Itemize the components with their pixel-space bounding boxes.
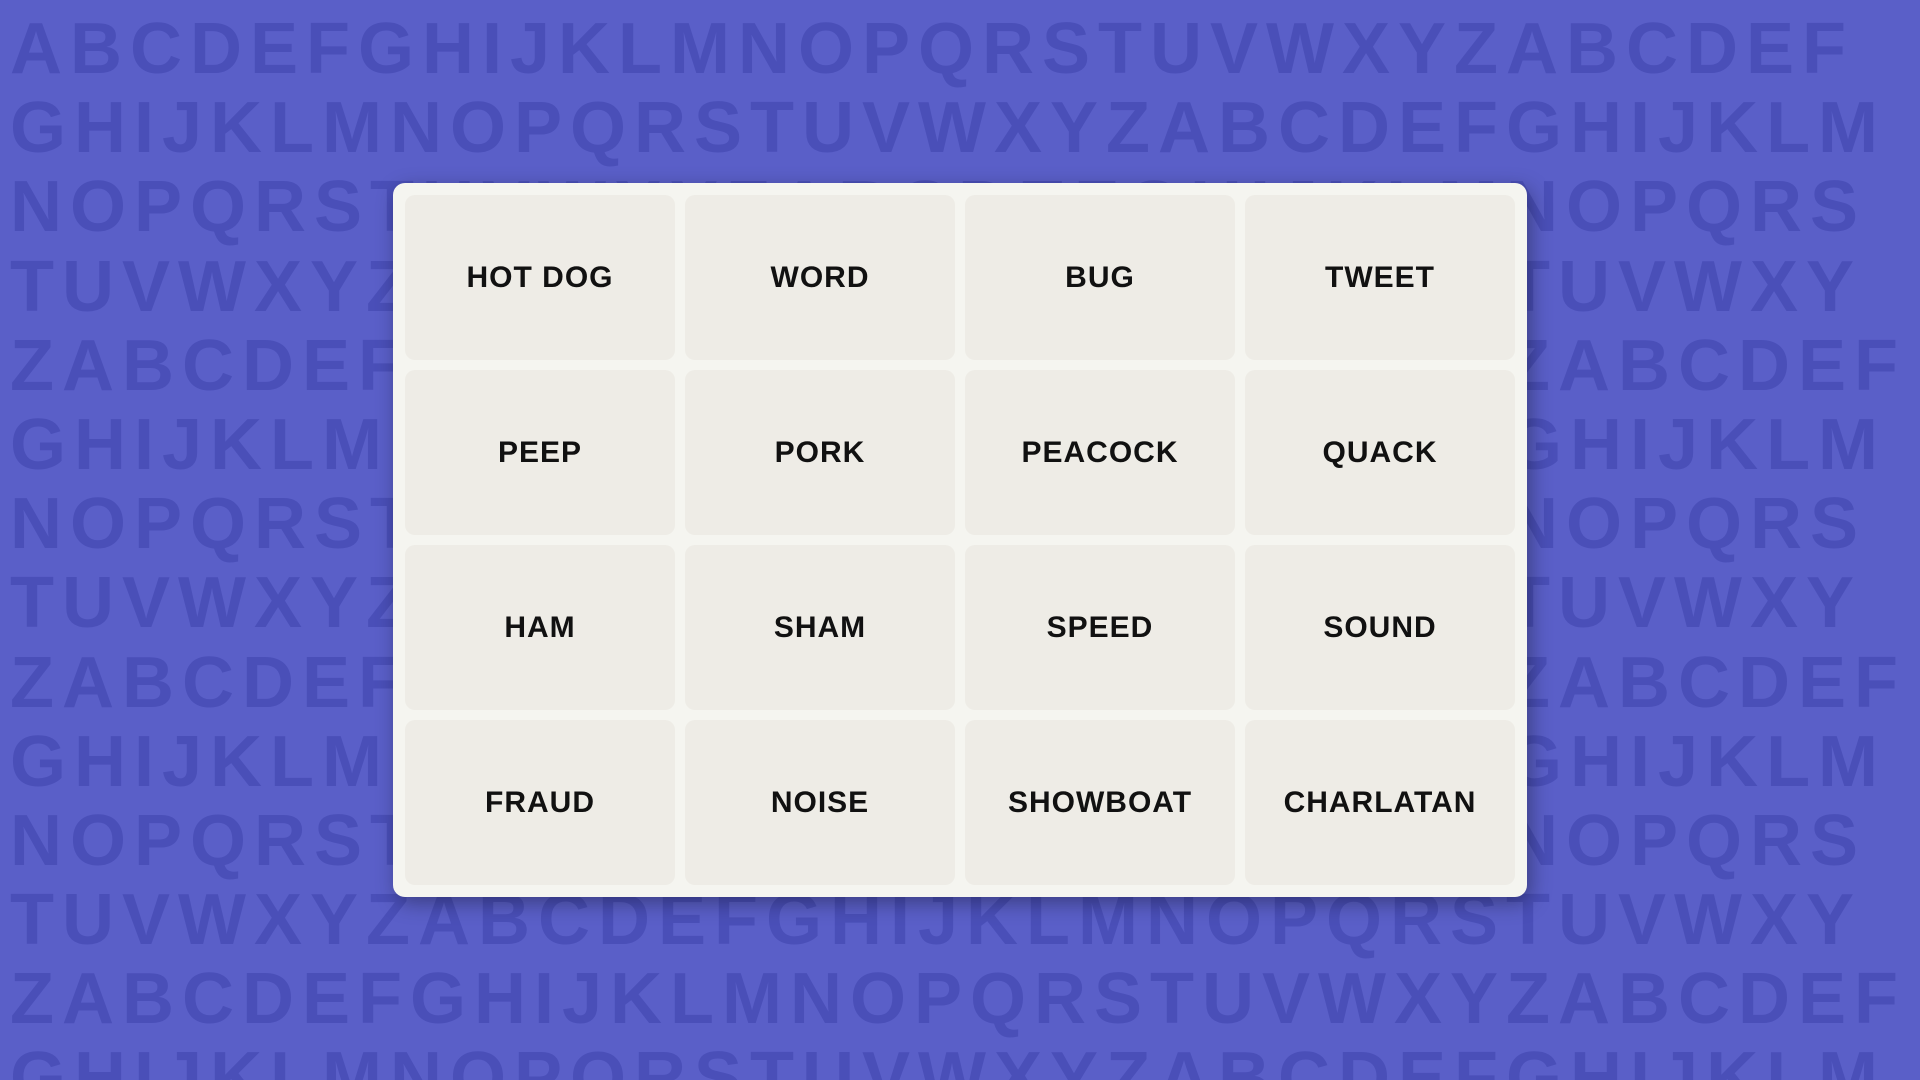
word-label: SOUND xyxy=(1323,611,1436,645)
word-card-peacock[interactable]: PEACOCK xyxy=(965,370,1235,535)
word-card-noise[interactable]: NOISE xyxy=(685,720,955,885)
word-label: CHARLATAN xyxy=(1284,786,1477,820)
word-card-sham[interactable]: SHAM xyxy=(685,545,955,710)
word-label: WORD xyxy=(771,261,870,295)
word-card-quack[interactable]: QUACK xyxy=(1245,370,1515,535)
word-label: PORK xyxy=(775,436,866,470)
word-card-showboat[interactable]: SHOWBOAT xyxy=(965,720,1235,885)
word-card-tweet[interactable]: TWEET xyxy=(1245,195,1515,360)
word-label: TWEET xyxy=(1325,261,1435,295)
word-label: PEEP xyxy=(498,436,582,470)
word-label: FRAUD xyxy=(485,786,595,820)
word-card-pork[interactable]: PORK xyxy=(685,370,955,535)
word-card-bug[interactable]: BUG xyxy=(965,195,1235,360)
word-label: SPEED xyxy=(1047,611,1154,645)
word-card-hot-dog[interactable]: HOT DOG xyxy=(405,195,675,360)
word-card-word[interactable]: WORD xyxy=(685,195,955,360)
word-card-charlatan[interactable]: CHARLATAN xyxy=(1245,720,1515,885)
word-card-ham[interactable]: HAM xyxy=(405,545,675,710)
word-label: PEACOCK xyxy=(1021,436,1178,470)
word-label: NOISE xyxy=(771,786,869,820)
word-label: HAM xyxy=(504,611,575,645)
word-card-sound[interactable]: SOUND xyxy=(1245,545,1515,710)
word-card-speed[interactable]: SPEED xyxy=(965,545,1235,710)
word-label: SHOWBOAT xyxy=(1008,786,1192,820)
word-grid: HOT DOG WORD BUG TWEET PEEP PORK PEACOCK QUACK H… xyxy=(393,183,1527,897)
word-card-peep[interactable]: PEEP xyxy=(405,370,675,535)
word-label: BUG xyxy=(1065,261,1135,295)
word-label: QUACK xyxy=(1323,436,1438,470)
word-label: HOT DOG xyxy=(467,261,614,295)
word-label: SHAM xyxy=(774,611,866,645)
word-card-fraud[interactable]: FRAUD xyxy=(405,720,675,885)
